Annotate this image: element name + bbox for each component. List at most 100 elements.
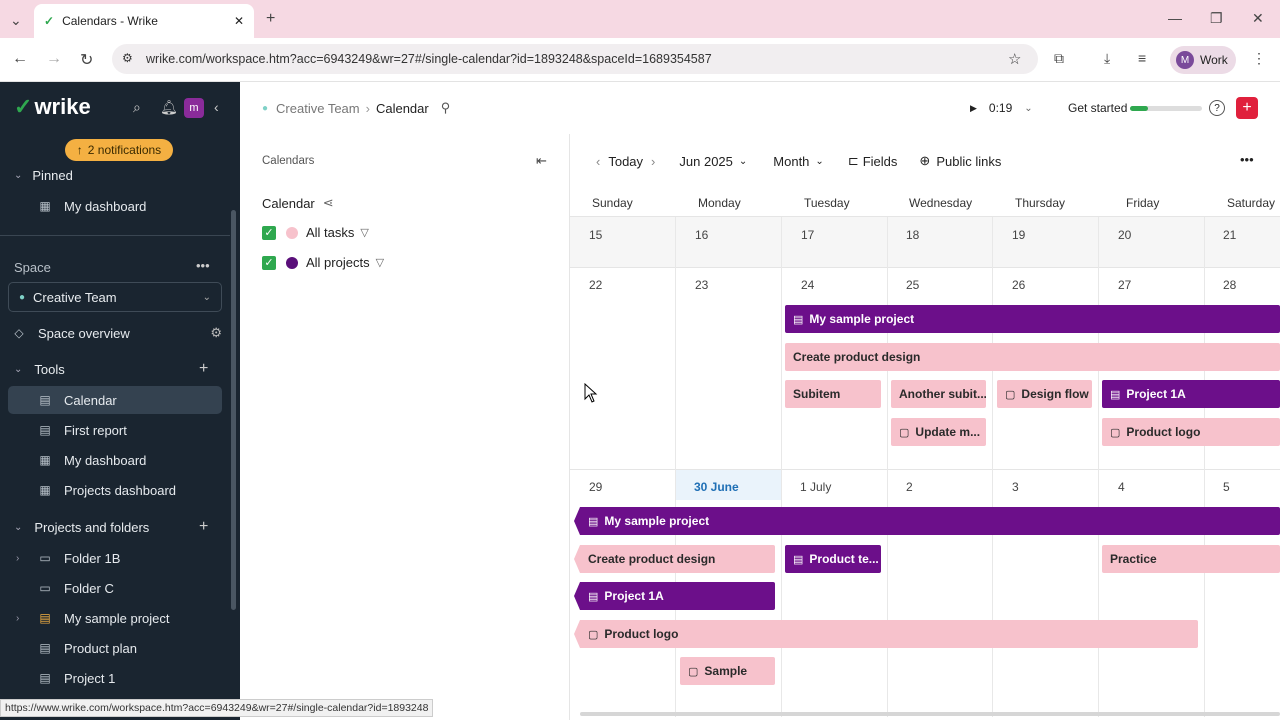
search-icon[interactable]: ⌕ [133, 99, 141, 116]
pin-icon[interactable]: ⚲ [441, 100, 451, 116]
gear-icon[interactable]: ⚙ [210, 325, 222, 341]
space-selector[interactable]: ● Creative Team ⌄ [8, 282, 222, 312]
event-another-subitem[interactable]: Another subit... [891, 380, 986, 408]
get-started[interactable]: Get started [1068, 101, 1127, 115]
folder-icon: ▭ [39, 581, 51, 595]
event-sample[interactable]: ▢ Sample [680, 657, 775, 685]
filter-icon[interactable]: ▽ [360, 226, 368, 239]
url-field[interactable]: ⚙ wrike.com/workspace.htm?acc=6943249&wr… [112, 44, 1038, 74]
checkbox-checked-icon[interactable]: ✓ [262, 225, 276, 240]
user-avatar[interactable]: m [184, 98, 204, 118]
forward-icon[interactable]: → [46, 50, 62, 68]
sidebar-item-calendar[interactable]: ▤ Calendar [8, 386, 222, 414]
today-button[interactable]: Today [608, 154, 643, 169]
pinned-section[interactable]: ⌄ Pinned [14, 168, 73, 183]
wrike-logo[interactable]: ✓ wrike [14, 94, 91, 120]
site-info-icon[interactable]: ⚙ [122, 51, 133, 65]
collapse-panel-icon[interactable]: ⇤ [536, 153, 547, 169]
collapse-sidebar-icon[interactable]: ‹ [214, 99, 219, 115]
layer-all-projects[interactable]: ✓ All projects ▽ [262, 255, 384, 270]
share-icon[interactable]: ⋖ [323, 195, 334, 211]
event-project-1a[interactable]: ▤ Project 1A [1102, 380, 1280, 408]
tab-list-icon[interactable]: ⌄ [10, 12, 22, 29]
horizontal-scrollbar[interactable] [580, 712, 1280, 716]
color-swatch[interactable] [286, 256, 298, 269]
space-overview[interactable]: ◇ Space overview ⚙ [8, 319, 222, 347]
layer-all-tasks[interactable]: ✓ All tasks ▽ [262, 225, 369, 240]
play-icon[interactable]: ▶ [970, 103, 977, 114]
sidebar-item-my-dashboard[interactable]: ▦ My dashboard [8, 446, 222, 474]
minimize-icon[interactable]: — [1168, 10, 1182, 26]
filter-icon[interactable]: ▽ [376, 256, 384, 269]
event-design-flow[interactable]: ▢ Design flow [997, 380, 1092, 408]
notifications-badge[interactable]: ↑ 2 notifications [65, 139, 173, 161]
event-product-logo-cont[interactable]: ▢ Product logo [574, 620, 1198, 648]
back-icon[interactable]: ← [12, 50, 28, 68]
media-icon[interactable]: ≡ [1138, 50, 1146, 66]
breadcrumb-space[interactable]: Creative Team [276, 101, 360, 116]
sidebar-item-first-report[interactable]: ▤ First report [8, 416, 222, 444]
project-icon: ▤ [39, 611, 51, 625]
new-tab-icon[interactable]: + [266, 10, 275, 28]
event-practice[interactable]: Practice [1102, 545, 1280, 573]
color-swatch[interactable] [286, 226, 298, 239]
checkbox-checked-icon[interactable]: ✓ [262, 255, 276, 270]
help-icon[interactable]: ? [1209, 100, 1225, 116]
bell-icon[interactable]: 🔔︎ [160, 99, 178, 116]
chevron-right-icon[interactable]: › [16, 613, 34, 624]
event-my-sample-project[interactable]: ▤ My sample project [785, 305, 1280, 333]
wrike-favicon-icon: ✓ [44, 14, 55, 28]
view-selector[interactable]: Month [773, 154, 809, 169]
day-number: 23 [695, 278, 709, 292]
event-product-logo[interactable]: ▢ Product logo [1102, 418, 1280, 446]
space-label: Space [14, 260, 51, 275]
sidebar-item-folder-c[interactable]: ▭ Folder C [8, 574, 222, 602]
profile-button[interactable]: M Work [1170, 46, 1236, 74]
chevron-right-icon[interactable]: › [16, 553, 34, 564]
fields-button[interactable]: Fields [863, 154, 898, 169]
sidebar: ✓ wrike ⌕ 🔔︎ m ‹ ↑ 2 notifications ⌄ Pin… [0, 82, 240, 720]
space-more-icon[interactable]: ••• [196, 258, 210, 273]
sidebar-scrollbar[interactable] [231, 210, 236, 610]
close-window-icon[interactable]: ✕ [1252, 10, 1264, 27]
create-new-button[interactable]: + [1236, 97, 1258, 119]
sidebar-item-projects-dashboard[interactable]: ▦ Projects dashboard [8, 476, 222, 504]
add-project-icon[interactable]: + [199, 518, 208, 536]
project-icon: ▤ [1110, 388, 1121, 401]
event-my-sample-project-cont[interactable]: ▤ My sample project [574, 507, 1280, 535]
project-icon: ▤ [793, 313, 804, 326]
day-number: 25 [906, 278, 920, 292]
timer[interactable]: ▶ 0:19 ⌄ [970, 96, 1033, 120]
event-create-product-design-cont[interactable]: Create product design [574, 545, 775, 573]
event-create-product-design[interactable]: Create product design [785, 343, 1280, 371]
day-number: 22 [589, 278, 603, 292]
event-label: Create product design [588, 552, 716, 566]
extensions-icon[interactable]: ⧉ [1054, 50, 1064, 67]
browser-tab[interactable]: ✓ Calendars - Wrike ✕ [34, 4, 254, 38]
next-icon[interactable]: › [651, 154, 655, 169]
sidebar-item-my-sample-project[interactable]: › ▤ My sample project [8, 604, 222, 632]
event-update[interactable]: ▢ Update m... [891, 418, 986, 446]
sidebar-item-project-1[interactable]: ▤ Project 1 [8, 664, 222, 692]
sidebar-item-folder-1b[interactable]: › ▭ Folder 1B [8, 544, 222, 572]
maximize-icon[interactable]: ❐ [1210, 10, 1223, 27]
pinned-item-my-dashboard[interactable]: ▦ My dashboard [8, 192, 222, 220]
download-icon[interactable]: ⤓ [1104, 50, 1110, 67]
projects-section[interactable]: ⌄ Projects and folders [14, 520, 149, 535]
more-options-icon[interactable]: ••• [1240, 152, 1254, 167]
prev-icon[interactable]: ‹ [596, 154, 600, 169]
sidebar-item-product-plan[interactable]: ▤ Product plan [8, 634, 222, 662]
event-project-1a-cont[interactable]: ▤ Project 1A [574, 582, 775, 610]
browser-menu-icon[interactable]: ⋮ [1252, 50, 1266, 67]
space-overview-label: Space overview [38, 325, 130, 341]
reload-icon[interactable]: ↻ [80, 50, 93, 70]
bookmark-star-icon[interactable]: ☆ [1008, 50, 1021, 68]
event-product-te[interactable]: ▤ Product te... [785, 545, 881, 573]
tools-section[interactable]: ⌄ Tools [14, 362, 65, 377]
public-links-button[interactable]: Public links [936, 154, 1001, 169]
add-tool-icon[interactable]: + [199, 360, 208, 378]
month-picker[interactable]: Jun 2025 [679, 154, 733, 169]
close-tab-icon[interactable]: ✕ [234, 14, 244, 28]
event-subitem[interactable]: Subitem [785, 380, 881, 408]
calendar-name-row[interactable]: Calendar ⋖ [262, 195, 334, 211]
